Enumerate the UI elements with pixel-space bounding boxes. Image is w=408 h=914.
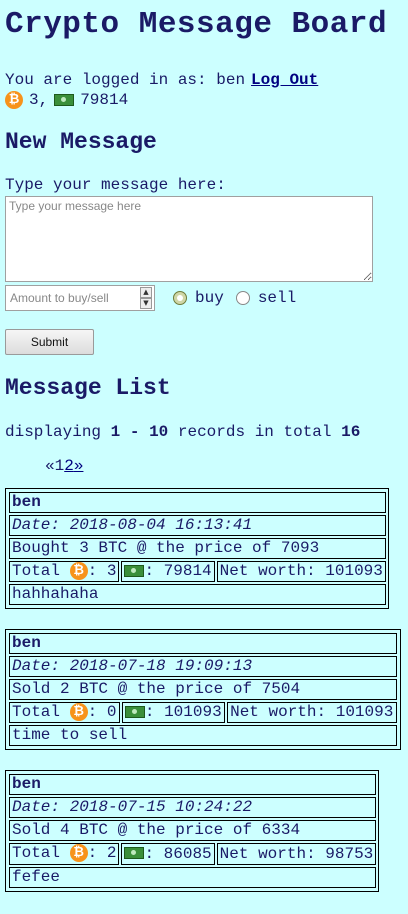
amount-input[interactable] — [6, 290, 132, 306]
message-card: ben Date: 2018-08-04 16:13:41 Bought 3 B… — [5, 488, 389, 610]
sell-label: sell — [257, 289, 297, 307]
message-total-cash: : 79814 — [121, 561, 215, 583]
total-count: 16 — [341, 423, 361, 441]
pager-page-1: 1 — [54, 457, 65, 475]
pager-next[interactable]: » — [74, 457, 84, 475]
pager-page-2[interactable]: 2 — [64, 457, 74, 475]
cash-amount: : 79814 — [144, 562, 212, 581]
amount-stepper[interactable]: ▲ ▼ — [140, 287, 152, 309]
cash-icon — [124, 847, 145, 860]
message-date: Date: 2018-07-15 10:24:22 — [9, 797, 377, 819]
message-list-heading: Message List — [5, 375, 171, 401]
cash-holding: 79814 — [80, 91, 129, 109]
message-note: fefee — [9, 866, 377, 888]
display-prefix: displaying — [5, 423, 102, 441]
btc-amount: : 3 — [87, 562, 117, 581]
message-textarea[interactable] — [5, 196, 373, 282]
trade-row: ▲ ▼ buy sell — [5, 285, 403, 311]
message-net-worth: Net worth: 101093 — [227, 702, 397, 724]
total-label: Total — [12, 562, 61, 581]
message-user: ben — [9, 774, 377, 796]
page-title: Crypto Message Board — [5, 7, 388, 42]
buy-label: buy — [195, 289, 224, 307]
message-note: time to sell — [9, 725, 397, 747]
login-text: You are logged in as: ben — [5, 71, 246, 89]
buy-radio[interactable] — [173, 291, 187, 305]
btc-amount: : 2 — [87, 844, 117, 863]
message-card: ben Date: 2018-07-18 19:09:13 Sold 2 BTC… — [5, 629, 401, 751]
message-total-cash: : 86085 — [121, 843, 215, 865]
message-action: Sold 2 BTC @ the price of 7504 — [9, 679, 397, 701]
amount-field[interactable]: ▲ ▼ — [5, 285, 155, 311]
stepper-down-icon[interactable]: ▼ — [140, 298, 152, 309]
stepper-up-icon[interactable]: ▲ — [140, 287, 152, 298]
message-user: ben — [9, 633, 397, 655]
message-prompt: Type your message here: — [5, 176, 226, 194]
records-summary: displaying 1 - 10 records in total 16 — [5, 422, 403, 442]
message-action: Bought 3 BTC @ the price of 7093 — [9, 538, 386, 559]
range-start: 1 — [110, 423, 121, 441]
message-net-worth: Net worth: 98753 — [216, 843, 377, 865]
message-total-btc: Total ₿: 3 — [9, 561, 120, 583]
range-end: 10 — [149, 423, 169, 441]
bitcoin-icon: ₿ — [69, 844, 88, 863]
message-total-btc: Total ₿: 2 — [9, 843, 120, 865]
logout-link[interactable]: Log Out — [251, 71, 318, 89]
cash-icon — [54, 94, 75, 106]
submit-button[interactable]: Submit — [5, 329, 94, 355]
total-label: Total — [12, 844, 61, 863]
cash-amount: : 101093 — [144, 703, 222, 722]
message-date: Date: 2018-07-18 19:09:13 — [9, 656, 397, 678]
login-status: You are logged in as: ben Log Out — [5, 70, 403, 90]
total-label: Total — [12, 703, 61, 722]
bitcoin-icon: ₿ — [69, 562, 88, 580]
message-net-worth: Net worth: 101093 — [216, 561, 386, 583]
message-user: ben — [9, 492, 386, 513]
message-note: hahhahaha — [9, 584, 386, 606]
new-message-heading: New Message — [5, 129, 157, 155]
pager-prev[interactable]: « — [45, 457, 55, 475]
cash-amount: : 86085 — [144, 844, 212, 863]
sell-radio[interactable] — [235, 291, 250, 305]
message-total-cash: : 101093 — [121, 702, 226, 724]
btc-holding: 3, — [29, 91, 49, 109]
message-date: Date: 2018-08-04 16:13:41 — [9, 515, 386, 536]
page: Crypto Message Board You are logged in a… — [0, 6, 408, 892]
holdings: ₿ 3, 79814 — [5, 90, 403, 110]
message-card: ben Date: 2018-07-15 10:24:22 Sold 4 BTC… — [5, 770, 379, 892]
pagination: «12» — [45, 456, 403, 476]
message-action: Sold 4 BTC @ the price of 6334 — [9, 820, 377, 842]
btc-amount: : 0 — [87, 703, 117, 722]
total-label: records in total — [177, 423, 332, 441]
bitcoin-icon: ₿ — [5, 91, 23, 109]
message-total-btc: Total ₿: 0 — [9, 702, 120, 724]
cash-icon — [124, 706, 145, 719]
range-separator: - — [129, 423, 140, 441]
cash-icon — [124, 564, 145, 577]
bitcoin-icon: ₿ — [69, 703, 88, 722]
